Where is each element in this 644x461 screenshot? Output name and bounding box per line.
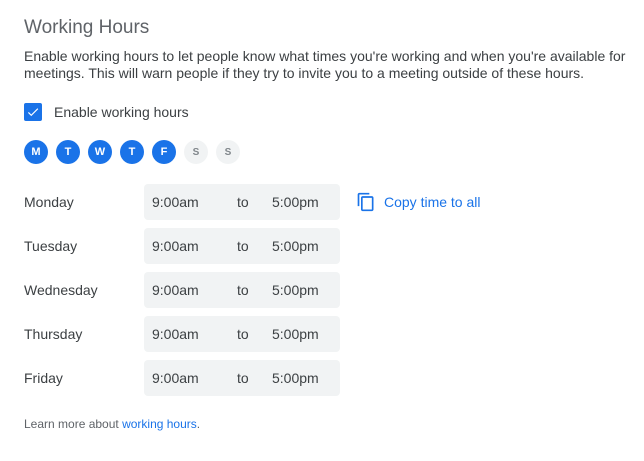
working-hours-link[interactable]: working hours [122, 417, 197, 431]
end-time-input[interactable]: 5:00pm [272, 282, 319, 298]
copy-time-to-all-label: Copy time to all [384, 194, 481, 210]
time-separator: to [237, 370, 249, 386]
day-toggle-friday[interactable]: F [152, 140, 176, 164]
day-toggle-thursday[interactable]: T [120, 140, 144, 164]
start-time-input[interactable]: 9:00am [152, 194, 199, 210]
copy-time-to-all-button[interactable]: Copy time to all [356, 184, 480, 220]
section-title: Working Hours [24, 17, 150, 38]
time-separator: to [237, 238, 249, 254]
day-toggle-tuesday[interactable]: T [56, 140, 80, 164]
end-time-input[interactable]: 5:00pm [272, 238, 319, 254]
day-toggle-monday[interactable]: M [24, 140, 48, 164]
schedule-day-label: Friday [24, 370, 63, 386]
day-selector: M T W T F S S [24, 140, 248, 164]
time-range-field: 9:00am to 5:00pm [144, 184, 340, 220]
schedule-day-label: Wednesday [24, 282, 98, 298]
learn-more-prefix: Learn more about [24, 417, 123, 431]
day-toggle-saturday[interactable]: S [184, 140, 208, 164]
start-time-input[interactable]: 9:00am [152, 326, 199, 342]
time-separator: to [237, 326, 249, 342]
day-toggle-wednesday[interactable]: W [88, 140, 112, 164]
start-time-input[interactable]: 9:00am [152, 370, 199, 386]
day-toggle-sunday[interactable]: S [216, 140, 240, 164]
start-time-input[interactable]: 9:00am [152, 282, 199, 298]
time-separator: to [237, 282, 249, 298]
schedule-day-label: Monday [24, 194, 74, 210]
enable-working-hours-checkbox[interactable] [24, 103, 42, 121]
time-range-field: 9:00am to 5:00pm [144, 316, 340, 352]
start-time-input[interactable]: 9:00am [152, 238, 199, 254]
time-range-field: 9:00am to 5:00pm [144, 360, 340, 396]
time-separator: to [237, 194, 249, 210]
section-description: Enable working hours to let people know … [24, 48, 626, 81]
learn-more-suffix: . [196, 417, 201, 431]
copy-icon [356, 192, 376, 212]
enable-working-hours-label: Enable working hours [54, 104, 189, 120]
end-time-input[interactable]: 5:00pm [272, 194, 319, 210]
time-range-field: 9:00am to 5:00pm [144, 272, 340, 308]
schedule-day-label: Tuesday [24, 238, 78, 254]
schedule-day-label: Thursday [24, 326, 83, 342]
enable-working-hours-row: Enable working hours [24, 103, 189, 121]
time-range-field: 9:00am to 5:00pm [144, 228, 340, 264]
end-time-input[interactable]: 5:00pm [272, 326, 319, 342]
end-time-input[interactable]: 5:00pm [272, 370, 319, 386]
learn-more-footer: Learn more about working hours. [24, 417, 200, 431]
checkmark-icon [27, 108, 39, 117]
